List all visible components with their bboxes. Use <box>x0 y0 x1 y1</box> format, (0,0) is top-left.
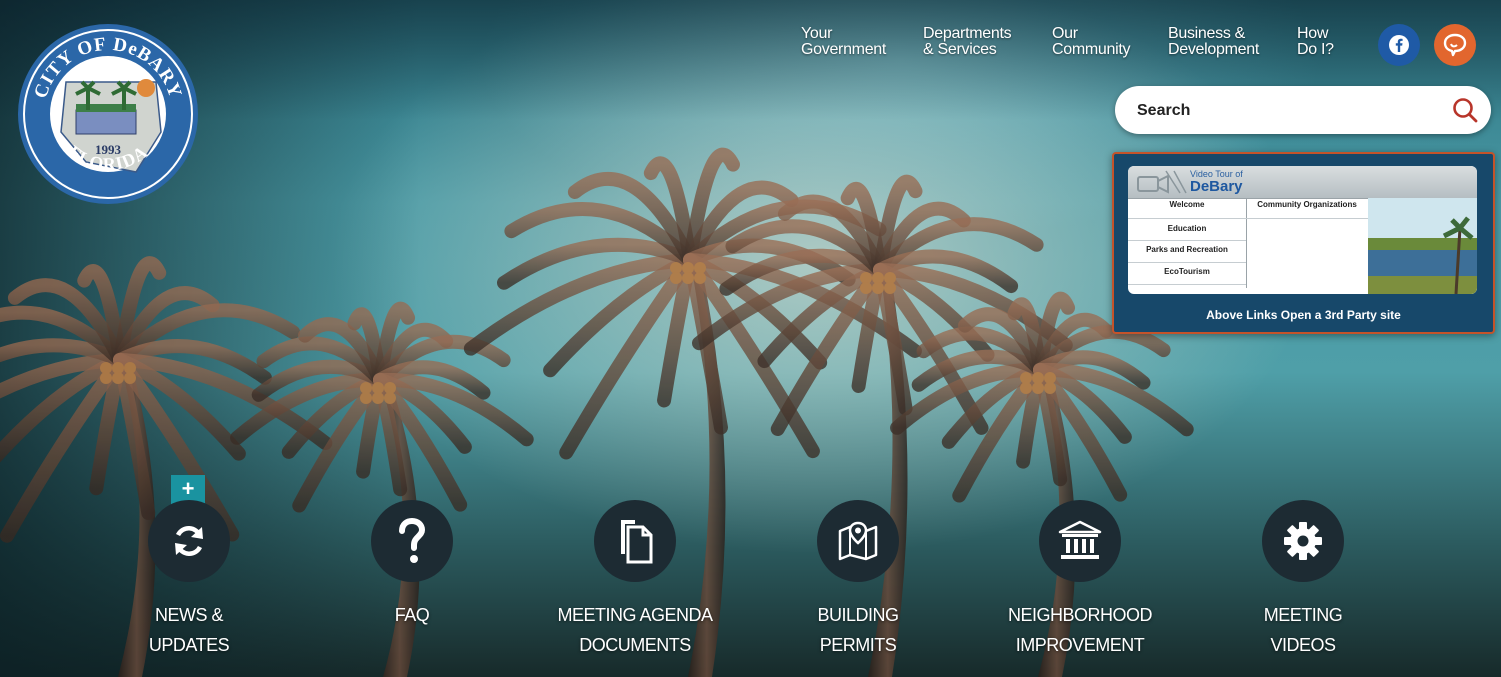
video-tour-link-community-organizations[interactable]: Community Organizations <box>1248 200 1366 209</box>
quick-link-label: NEWS & UPDATES <box>148 605 230 655</box>
hero-background: CITY OF DeBARY FLORIDA 1993 Your Governm… <box>0 0 1501 677</box>
logo-year: 1993 <box>95 142 122 157</box>
quick-link-label: MEETING VIDEOS <box>1263 605 1343 655</box>
video-tour-panel: Video Tour of DeBary Welcome Education P… <box>1128 166 1477 294</box>
quick-link-label: FAQ <box>394 605 430 625</box>
camera-icon <box>1137 170 1187 194</box>
question-icon <box>399 517 426 563</box>
third-party-note: Above Links Open a 3rd Party site <box>1206 308 1401 322</box>
video-tour-widget: Video Tour of DeBary Welcome Education P… <box>1112 152 1495 334</box>
video-tour-title: DeBary <box>1190 178 1243 195</box>
quick-link-circle <box>817 500 899 582</box>
search-bar <box>1115 86 1491 134</box>
gear-icon <box>1284 522 1322 560</box>
nav-your-government[interactable]: Your Government <box>801 26 886 58</box>
facebook-button[interactable] <box>1378 24 1420 66</box>
chat-icon <box>1443 33 1467 57</box>
video-tour-header: Video Tour of DeBary <box>1128 166 1477 198</box>
lake-photo <box>1368 198 1477 294</box>
facebook-icon <box>1389 35 1409 55</box>
quick-link-circle <box>371 500 453 582</box>
nav-how-do-i[interactable]: How Do I? <box>1297 26 1334 58</box>
search-input[interactable] <box>1135 98 1439 124</box>
quick-link-label: NEIGHBORHOOD IMPROVEMENT <box>1007 605 1153 655</box>
city-logo[interactable]: CITY OF DeBARY FLORIDA 1993 <box>16 22 200 206</box>
search-icon[interactable] <box>1451 96 1479 124</box>
video-tour-row-line <box>1128 218 1368 219</box>
quick-link-label: MEETING AGENDA DOCUMENTS <box>557 605 713 655</box>
nav-our-community[interactable]: Our Community <box>1052 26 1131 58</box>
quick-link-circle <box>148 500 230 582</box>
nav-departments-services[interactable]: Departments & Services <box>923 26 1012 58</box>
map-pin-icon <box>838 521 878 561</box>
quick-link-label: BUILDING PERMITS <box>817 605 899 655</box>
quick-link-circle <box>1039 500 1121 582</box>
quick-link-circle <box>1262 500 1344 582</box>
video-tour-row-line <box>1128 240 1246 241</box>
video-tour-link-welcome[interactable]: Welcome <box>1128 200 1246 209</box>
chat-button[interactable] <box>1434 24 1476 66</box>
video-tour-row-line <box>1128 262 1246 263</box>
building-icon <box>1058 520 1102 559</box>
refresh-icon <box>175 526 203 556</box>
video-tour-row-line <box>1128 284 1246 285</box>
video-tour-link-education[interactable]: Education <box>1128 224 1246 233</box>
quick-link-circle <box>594 500 676 582</box>
documents-icon <box>621 520 653 564</box>
video-tour-link-parks[interactable]: Parks and Recreation <box>1128 245 1246 254</box>
nav-business-development[interactable]: Business & Development <box>1168 26 1259 58</box>
video-tour-divider <box>1246 198 1247 288</box>
video-tour-link-ecotourism[interactable]: EcoTourism <box>1128 267 1246 276</box>
